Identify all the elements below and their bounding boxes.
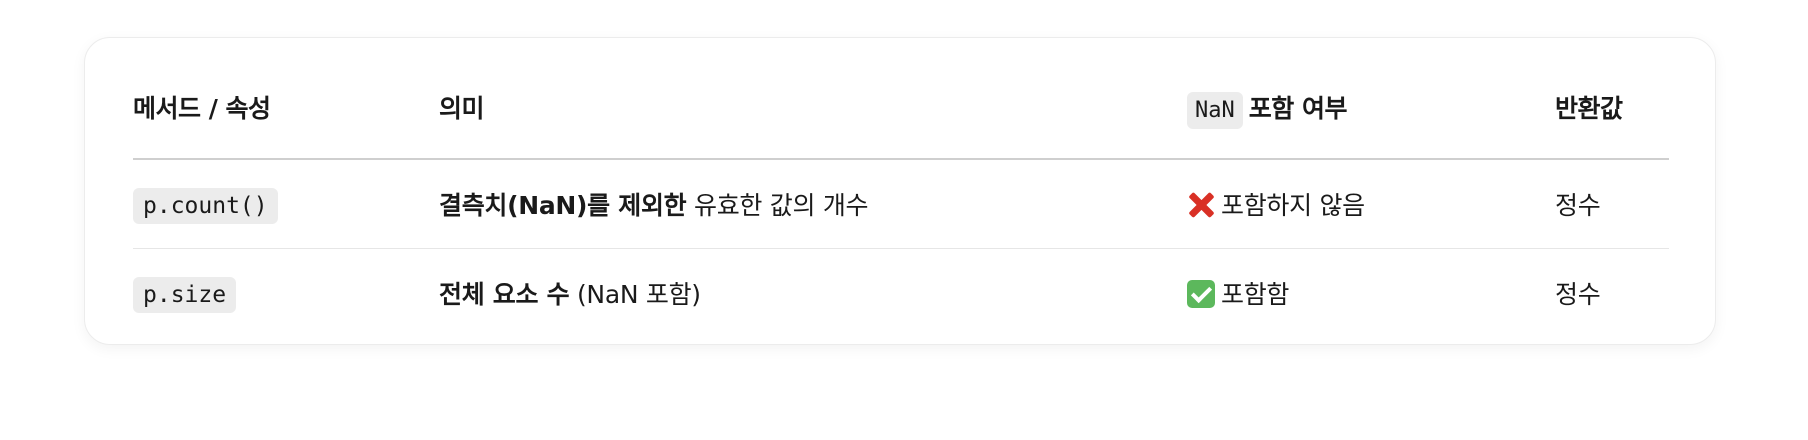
nan-text: 포함함 <box>1221 280 1290 309</box>
header-nan-included: NaN 포함 여부 <box>1187 56 1555 160</box>
comparison-table-card: 메서드 / 속성 의미 NaN 포함 여부 반환값 p.count() 결측치(N… <box>84 37 1716 345</box>
return-cell: 정수 <box>1555 159 1669 249</box>
nan-cell: 포함함 <box>1187 249 1555 338</box>
header-meaning: 의미 <box>439 56 1187 160</box>
cross-mark-icon <box>1187 191 1215 219</box>
method-code: p.size <box>133 276 237 313</box>
nan-text: 포함하지 않음 <box>1221 191 1365 220</box>
check-mark-icon <box>1187 280 1215 308</box>
header-nan-code: NaN <box>1187 92 1243 129</box>
method-cell: p.count() <box>133 159 439 249</box>
meaning-cell: 전체 요소 수 (NaN 포함) <box>439 249 1187 338</box>
meaning-rest: 유효한 값의 개수 <box>686 191 869 220</box>
comparison-table: 메서드 / 속성 의미 NaN 포함 여부 반환값 p.count() 결측치(N… <box>133 56 1669 337</box>
header-return: 반환값 <box>1555 56 1669 160</box>
header-nan-label: 포함 여부 <box>1248 94 1348 123</box>
meaning-cell: 결측치(NaN)를 제외한 유효한 값의 개수 <box>439 159 1187 249</box>
method-code: p.count() <box>133 187 278 224</box>
nan-cell: 포함하지 않음 <box>1187 159 1555 249</box>
return-cell: 정수 <box>1555 280 1601 309</box>
table-header-row: 메서드 / 속성 의미 NaN 포함 여부 반환값 <box>133 56 1669 160</box>
method-cell: p.size <box>133 249 439 338</box>
meaning-bold: 결측치(NaN)를 제외한 <box>439 191 687 220</box>
table-row: p.count() 결측치(NaN)를 제외한 유효한 값의 개수 포함하지 않… <box>133 159 1669 249</box>
meaning-rest: (NaN 포함) <box>569 280 701 309</box>
header-method: 메서드 / 속성 <box>133 56 439 160</box>
meaning-bold: 전체 요소 수 <box>439 280 570 309</box>
table-row: p.size 전체 요소 수 (NaN 포함) 포함함 정수 <box>133 249 1669 338</box>
